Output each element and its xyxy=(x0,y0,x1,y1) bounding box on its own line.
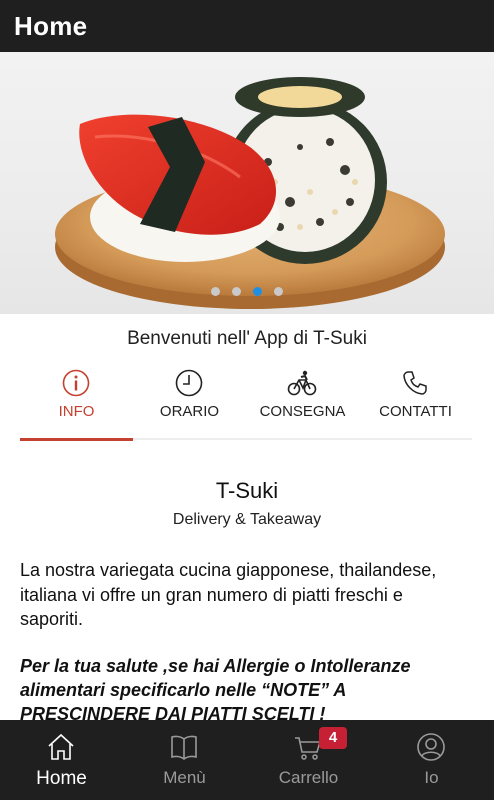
carousel-dot[interactable] xyxy=(274,287,283,296)
tab-label: ORARIO xyxy=(159,403,220,420)
top-app-bar: Home xyxy=(0,0,494,52)
clock-icon xyxy=(175,369,203,397)
book-icon xyxy=(171,735,197,760)
cart-count-badge: 4 xyxy=(319,727,347,749)
tab-info[interactable]: INFO xyxy=(20,366,133,441)
info-icon xyxy=(62,369,90,397)
hero-carousel[interactable] xyxy=(0,52,494,314)
carousel-indicator xyxy=(0,283,494,297)
tab-label: CONSEGNA xyxy=(259,403,346,420)
nav-home[interactable]: Home xyxy=(0,720,123,800)
page-title: Home xyxy=(14,11,88,41)
bicycle-icon xyxy=(287,370,317,396)
carousel-dot[interactable] xyxy=(232,287,241,296)
restaurant-description: La nostra variegata cucina giapponese, t… xyxy=(20,560,437,629)
tab-contatti[interactable]: CONTATTI xyxy=(359,366,472,438)
tab-orario[interactable]: ORARIO xyxy=(133,366,246,438)
info-tabs: INFO ORARIO CONSEGNA CONTATTI xyxy=(20,366,472,441)
sushi-image xyxy=(55,77,445,309)
nav-label: Io xyxy=(424,768,439,787)
carousel-dot-active[interactable] xyxy=(253,287,262,296)
nav-menu[interactable]: Menù xyxy=(123,720,246,800)
bottom-navigation: Home Menù 4 Carrello Io xyxy=(0,720,494,800)
home-icon xyxy=(48,733,74,760)
allergy-warning: Per la tua salute ,se hai Allergie o Int… xyxy=(20,656,411,720)
restaurant-subtitle: Delivery & Takeaway xyxy=(172,511,322,528)
tab-label: INFO xyxy=(58,403,95,420)
nav-label: Menù xyxy=(163,768,206,787)
nav-label: Carrello xyxy=(278,768,339,787)
carousel-dot[interactable] xyxy=(211,287,220,296)
restaurant-name: T-Suki xyxy=(215,478,279,503)
tab-consegna[interactable]: CONSEGNA xyxy=(246,366,359,438)
tab-label: CONTATTI xyxy=(379,403,452,420)
user-icon xyxy=(417,733,445,761)
nav-label: Home xyxy=(36,768,87,789)
nav-cart[interactable]: 4 Carrello xyxy=(247,720,370,800)
nav-profile[interactable]: Io xyxy=(370,720,493,800)
phone-icon xyxy=(403,371,427,395)
welcome-text: Benvenuti nell' App di T-Suki xyxy=(127,328,367,349)
